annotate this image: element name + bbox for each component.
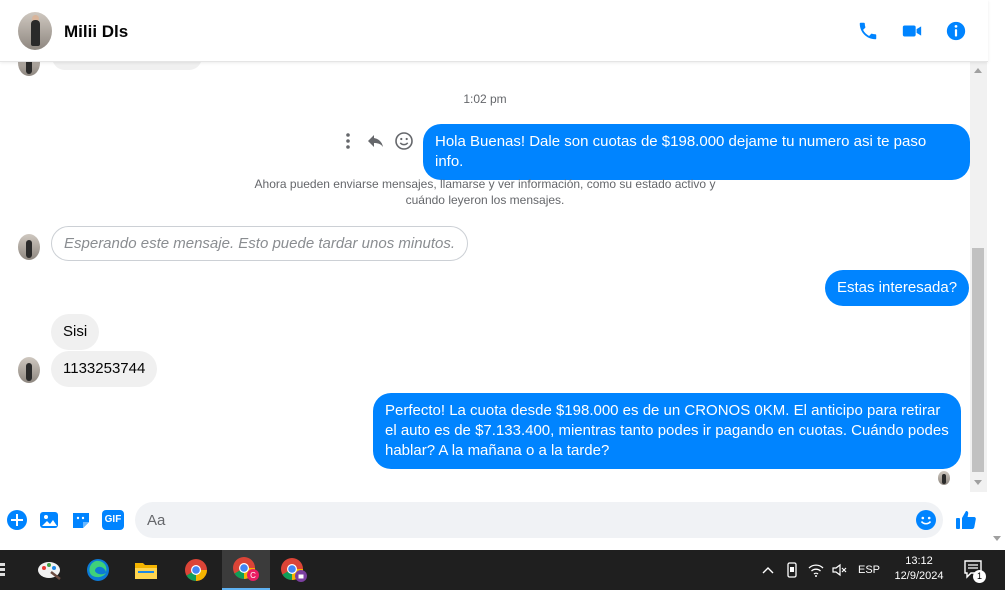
message-list[interactable]: 1:02 pm Hola Buenas! Dale son cuotas de … (0, 62, 970, 492)
emoji-icon[interactable] (394, 131, 414, 151)
read-receipt-avatar (938, 471, 950, 485)
windows-taskbar: C ESP 13:12 12/9/2024 1 (0, 550, 1005, 590)
chat-scrollbar[interactable] (970, 62, 987, 492)
image-icon[interactable] (38, 509, 60, 531)
svg-text:C: C (250, 571, 256, 580)
speaker-muted-icon[interactable] (830, 550, 850, 590)
previous-message-bubble (52, 62, 202, 70)
contact-avatar[interactable] (18, 12, 52, 50)
message-input-container[interactable] (135, 502, 943, 538)
contact-avatar-small (18, 234, 40, 260)
video-icon[interactable] (901, 20, 923, 42)
chrome-profile-icon[interactable] (270, 550, 318, 590)
incoming-message[interactable]: Sisi (51, 314, 100, 350)
file-explorer-icon[interactable] (122, 550, 170, 590)
contact-avatar-small (18, 357, 40, 383)
messenger-window: Milii Dls 1:02 pm Hola Buenas! Dale son … (0, 0, 1005, 590)
emoji-icon[interactable] (915, 509, 937, 531)
incoming-message[interactable]: 1133253744 (51, 351, 158, 387)
contact-avatar-small (18, 62, 40, 76)
contact-name[interactable]: Milii Dls (64, 22, 128, 42)
gif-icon[interactable]: GIF (102, 510, 124, 530)
pending-message: Esperando este mensaje. Esto puede tarda… (51, 226, 469, 261)
scroll-down-arrow[interactable] (974, 480, 982, 485)
scroll-down-arrow[interactable] (993, 536, 1001, 541)
notification-count-badge: 1 (973, 570, 986, 583)
clock-time: 13:12 (905, 555, 933, 567)
system-clock[interactable]: 13:12 12/9/2024 (882, 554, 956, 584)
notifications-icon[interactable] (960, 550, 990, 590)
message-input[interactable] (147, 502, 907, 538)
sticker-icon[interactable] (70, 509, 92, 531)
conversation-header: Milii Dls (0, 0, 988, 62)
edge-browser-icon[interactable] (74, 550, 122, 590)
chrome-browser-icon[interactable] (172, 550, 220, 590)
plus-icon[interactable] (6, 509, 28, 531)
reply-icon[interactable] (366, 131, 386, 151)
outgoing-message[interactable]: Estas interesada? (825, 270, 970, 306)
outgoing-message[interactable]: Hola Buenas! Dale son cuotas de $198.000… (423, 124, 970, 180)
chrome-profile-c-icon[interactable]: C (222, 550, 270, 590)
outgoing-message[interactable]: Perfecto! La cuota desde $198.000 es de … (373, 393, 961, 469)
info-icon[interactable] (945, 20, 967, 42)
device-icon[interactable] (782, 550, 802, 590)
wifi-icon[interactable] (806, 550, 826, 590)
scroll-up-arrow[interactable] (974, 68, 982, 73)
paint-app-icon[interactable] (26, 550, 74, 590)
phone-icon[interactable] (857, 20, 879, 42)
message-composer: GIF (0, 492, 1005, 550)
like-icon[interactable] (954, 508, 978, 532)
task-view-icon[interactable] (0, 562, 8, 578)
message-timestamp: 1:02 pm (463, 92, 507, 106)
message-actions (338, 128, 418, 154)
show-hidden-icons-chevron-icon[interactable] (758, 550, 778, 590)
clock-date: 12/9/2024 (894, 570, 944, 582)
more-icon[interactable] (338, 131, 358, 151)
scroll-thumb[interactable] (972, 248, 984, 472)
language-indicator[interactable]: ESP (855, 550, 883, 590)
system-notice: Ahora pueden enviarse mensajes, llamarse… (254, 177, 716, 207)
